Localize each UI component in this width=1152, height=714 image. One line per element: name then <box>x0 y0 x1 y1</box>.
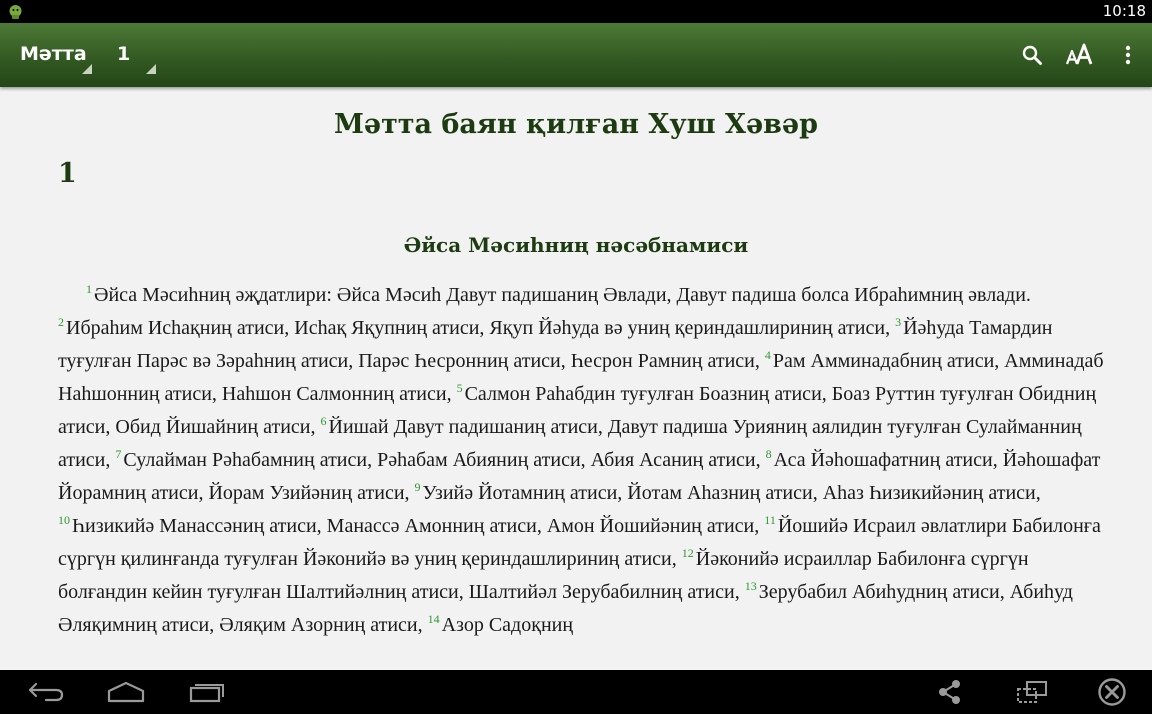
chapter-selector[interactable]: 1 <box>117 23 156 87</box>
close-button[interactable] <box>1082 674 1142 710</box>
action-bar: Мәтта 1 <box>0 23 1152 87</box>
window-icon <box>1017 681 1047 703</box>
reading-pane[interactable]: Мәтта баян қилған Хуш Хәвәр 1 Әйса Мәсиһ… <box>0 87 1152 670</box>
recent-apps-button[interactable] <box>177 674 237 710</box>
verse-text: Ибраһим Исһақниң атиси, Исһақ Яқупниң ат… <box>66 317 891 339</box>
verse-number: 14 <box>427 612 440 627</box>
share-icon <box>939 680 960 704</box>
window-button[interactable] <box>1002 674 1062 710</box>
verse-number: 12 <box>681 546 694 561</box>
search-icon <box>1022 45 1042 65</box>
chapter-selector-label: 1 <box>117 43 131 65</box>
font-size-icon <box>1066 43 1093 65</box>
recent-apps-icon <box>189 684 224 703</box>
overflow-menu-button[interactable] <box>1106 33 1150 77</box>
dropdown-triangle-icon <box>82 64 92 74</box>
overflow-menu-icon <box>1125 45 1131 65</box>
section-heading: Әйса Мәсиһниң нәсәбнамиси <box>403 233 749 257</box>
share-button[interactable] <box>920 674 980 710</box>
verse-number: 1 <box>86 282 92 297</box>
verse-number: 4 <box>764 348 771 363</box>
verse-number: 10 <box>58 513 70 528</box>
verse-text: Сулайман Рәһабамниң атиси, Рәһабам Абиян… <box>123 449 761 471</box>
home-icon <box>107 681 145 703</box>
verse-number: 6 <box>320 414 327 429</box>
status-bar: 10:18 <box>0 0 1152 23</box>
back-icon <box>28 682 64 702</box>
system-nav-bar <box>0 670 1152 714</box>
book-selector-label: Мәтта <box>20 43 87 65</box>
status-time: 10:18 <box>1102 2 1146 20</box>
search-button[interactable] <box>1010 33 1054 77</box>
android-app-icon <box>6 2 25 21</box>
book-selector[interactable]: Мәтта <box>20 23 92 87</box>
back-button[interactable] <box>16 674 76 710</box>
close-icon <box>1098 678 1126 706</box>
verse-number: 9 <box>414 480 421 495</box>
home-button[interactable] <box>96 674 156 710</box>
verse-text: Әйса Мәсиһниң әҗдатлири: Әйса Мәсиһ Даву… <box>94 284 1031 306</box>
book-title: Мәтта баян қилған Хуш Хәвәр <box>334 109 818 140</box>
verse-paragraph: 1 Әйса Мәсиһниң әҗдатлири: Әйса Мәсиһ Дав… <box>58 279 1108 642</box>
dropdown-triangle-icon <box>146 64 156 74</box>
verse-number: 11 <box>764 513 776 528</box>
verse-text: Азор Садоқниң <box>441 614 574 636</box>
verse-number: 13 <box>744 579 757 594</box>
verse-number: 3 <box>895 315 902 330</box>
verse-text: Һизикийә Манассәниң атиси, Манассә Амонн… <box>72 515 760 537</box>
verse-text: Узийә Йотамниң атиси, Йотам Аһазниң атис… <box>422 482 1041 504</box>
verse-number: 2 <box>58 315 64 330</box>
verse-number: 8 <box>765 447 772 462</box>
chapter-number: 1 <box>58 158 77 189</box>
font-size-button[interactable] <box>1058 33 1102 77</box>
verse-number: 5 <box>456 381 463 396</box>
verse-number: 7 <box>115 447 122 462</box>
